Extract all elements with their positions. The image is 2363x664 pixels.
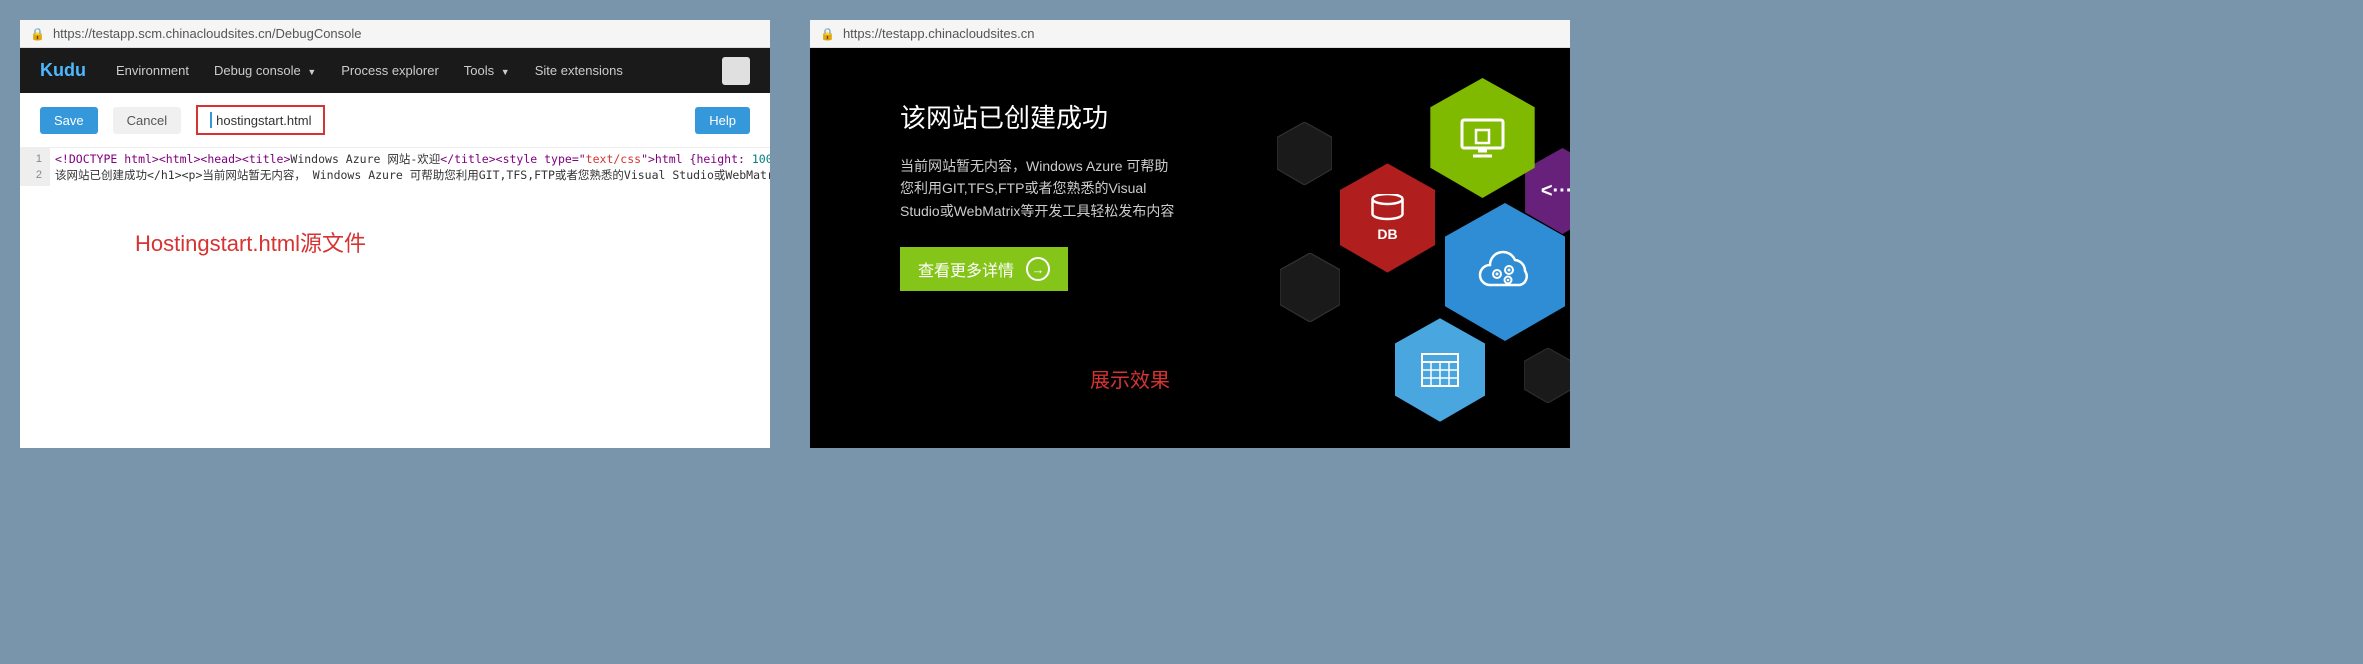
nav-environment[interactable]: Environment: [116, 63, 189, 78]
text-cursor: [210, 112, 212, 128]
welcome-text-block: 该网站已创建成功 当前网站暂无内容，Windows Azure 可帮助您利用GI…: [850, 78, 1180, 291]
kudu-logo: Kudu: [40, 60, 86, 81]
code-editor[interactable]: 1 2 <!DOCTYPE html><html><head><title>Wi…: [20, 147, 770, 186]
annotation-source-file: Hostingstart.html源文件: [20, 186, 770, 288]
line-number: 1: [28, 151, 42, 167]
annotation-display-effect: 展示效果: [1090, 364, 1170, 393]
filename-input-highlight: hostingstart.html: [196, 105, 325, 135]
decorative-hexagon-icon: [1280, 253, 1340, 322]
nav-process-explorer[interactable]: Process explorer: [341, 63, 439, 78]
lock-icon: 🔒: [30, 27, 45, 41]
page-body: 该网站已创建成功 当前网站暂无内容，Windows Azure 可帮助您利用GI…: [810, 48, 1570, 448]
chevron-down-icon: ▼: [307, 67, 316, 77]
hexagon-icons-cluster: <···> DB: [1180, 48, 1570, 448]
details-button[interactable]: 查看更多详情 →: [900, 247, 1068, 291]
cancel-button[interactable]: Cancel: [113, 107, 181, 134]
lock-icon: 🔒: [820, 27, 835, 41]
arrow-right-icon: →: [1026, 257, 1050, 281]
url-right[interactable]: https://testapp.chinacloudsites.cn: [843, 26, 1035, 41]
details-button-label: 查看更多详情: [918, 257, 1014, 281]
line-gutter: 1 2: [20, 148, 50, 186]
nav-site-extensions[interactable]: Site extensions: [535, 63, 623, 78]
code-line-2: 该网站已创建成功</h1><p>当前网站暂无内容， Windows Azure …: [55, 167, 765, 183]
user-avatar-icon[interactable]: [722, 57, 750, 85]
code-content[interactable]: <!DOCTYPE html><html><head><title>Window…: [50, 148, 770, 186]
help-button[interactable]: Help: [695, 107, 750, 134]
kudu-editor-window: 🔒 https://testapp.scm.chinacloudsites.cn…: [20, 20, 770, 448]
address-bar-right: 🔒 https://testapp.chinacloudsites.cn: [810, 20, 1570, 48]
nav-tools[interactable]: Tools ▼: [464, 63, 510, 78]
line-number: 2: [28, 167, 42, 183]
database-hexagon-icon: DB: [1340, 163, 1435, 273]
kudu-navbar: Kudu Environment Debug console ▼ Process…: [20, 48, 770, 93]
nav-debug-console[interactable]: Debug console ▼: [214, 63, 316, 78]
chevron-down-icon: ▼: [501, 67, 510, 77]
page-description: 当前网站暂无内容，Windows Azure 可帮助您利用GIT,TFS,FTP…: [900, 155, 1180, 222]
page-title: 该网站已创建成功: [900, 98, 1180, 135]
editor-toolbar: Save Cancel hostingstart.html Help: [20, 93, 770, 147]
decorative-hexagon-icon: [1524, 348, 1570, 403]
calendar-hexagon-icon: [1395, 318, 1485, 422]
address-bar-left: 🔒 https://testapp.scm.chinacloudsites.cn…: [20, 20, 770, 48]
save-button[interactable]: Save: [40, 107, 98, 134]
url-left[interactable]: https://testapp.scm.chinacloudsites.cn/D…: [53, 26, 362, 41]
decorative-hexagon-icon: [1277, 122, 1332, 185]
monitor-hexagon-icon: [1430, 78, 1535, 198]
code-line-1: <!DOCTYPE html><html><head><title>Window…: [55, 151, 765, 167]
rendered-page-window: 🔒 https://testapp.chinacloudsites.cn 该网站…: [810, 20, 1570, 448]
filename-input[interactable]: hostingstart.html: [216, 113, 311, 128]
